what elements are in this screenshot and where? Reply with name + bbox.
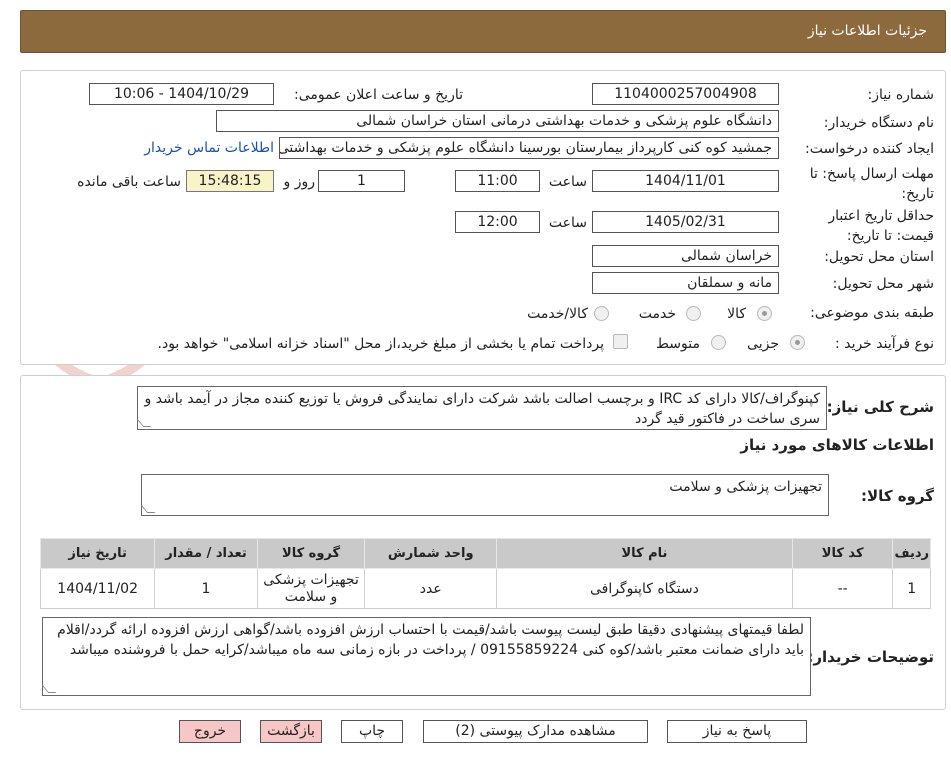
cell-row-number: 1 <box>892 568 931 609</box>
view-attachments-button[interactable]: مشاهده مدارک پیوستی (2) <box>423 720 648 743</box>
cell-goods-group: تجهیزات پزشکی و سلامت <box>256 568 366 609</box>
col-header-goods-code: کد کالا <box>791 538 894 569</box>
cell-goods-code: -- <box>791 568 894 609</box>
category-option-goods-service: کالا/خدمت <box>527 306 588 322</box>
validity-label: حداقل تاریخ اعتبار قیمت: تا تاریخ: <box>799 206 934 246</box>
announce-date-label: تاریخ و ساعت اعلان عمومی: <box>294 87 463 103</box>
table-row: 1 -- دستگاه کاپنوگرافی عدد تجهیزات پزشکی… <box>39 568 931 609</box>
validity-time-label: ساعت <box>548 215 587 231</box>
goods-group-label: گروه کالا: <box>861 487 934 505</box>
city-field: مانه و سملقان <box>592 272 779 294</box>
province-label: استان محل تحویل: <box>824 249 934 265</box>
col-header-need-date: تاریخ نیاز <box>39 538 156 569</box>
resize-grip-icon[interactable] <box>140 505 156 513</box>
days-field: 1 <box>318 170 405 192</box>
reply-deadline-text: مهلت ارسال پاسخ: تا تاریخ: <box>809 166 934 202</box>
description-label: شرح کلی نیاز: <box>826 398 934 416</box>
category-radio-goods-service[interactable] <box>594 306 609 321</box>
city-label: شهر محل تحویل: <box>832 276 934 292</box>
validity-text: حداقل تاریخ اعتبار قیمت: تا تاریخ: <box>828 208 934 244</box>
col-header-row-number: ردیف <box>892 538 931 569</box>
category-option-service: خدمت <box>638 306 676 322</box>
description-text: کپنوگراف/کالا دارای کد IRC و برچسب اصالت… <box>144 391 821 427</box>
description-textarea[interactable]: کپنوگراف/کالا دارای کد IRC و برچسب اصالت… <box>136 386 827 430</box>
buyer-org-field: دانشگاه علوم پزشکی و خدمات بهداشتی درمان… <box>216 110 779 132</box>
creator-field: جمشید کوه کنی کارپرداز بیمارستان بورسینا… <box>279 137 779 159</box>
page-header: جزئیات اطلاعات نیاز <box>20 10 946 53</box>
creator-label: ایجاد کننده درخواست: <box>805 141 934 157</box>
col-header-goods-name: نام کالا <box>496 538 793 569</box>
need-number-field: 1104000257004908 <box>592 83 779 105</box>
cell-need-date: 1404/11/02 <box>39 568 156 609</box>
goods-group-textarea[interactable]: تجهیزات پزشکی و سلامت <box>140 474 829 516</box>
goods-table: ردیف کد کالا نام کالا واحد شمارش گروه کا… <box>39 538 931 609</box>
col-header-goods-group: گروه کالا <box>256 538 366 569</box>
province-field: خراسان شمالی <box>592 245 779 267</box>
remaining-time-field: 15:48:15 <box>186 170 274 192</box>
treasury-payment-checkbox[interactable] <box>613 334 628 349</box>
validity-date-field: 1405/02/31 <box>592 211 779 233</box>
resize-grip-icon[interactable] <box>41 685 57 693</box>
resize-grip-icon[interactable] <box>136 419 152 427</box>
table-header-row: ردیف کد کالا نام کالا واحد شمارش گروه کا… <box>39 538 931 569</box>
back-button[interactable]: بازگشت <box>260 720 322 743</box>
buyer-notes-text: لطفا قیمتهای پیشنهادی دقیقا طبق لیست پیو… <box>57 622 804 658</box>
category-radio-service[interactable] <box>686 306 701 321</box>
category-option-goods: کالا <box>727 306 746 322</box>
process-label: نوع فرآیند خرید : <box>835 336 934 352</box>
treasury-payment-note: پرداخت تمام یا بخشی از مبلغ خرید،از محل … <box>157 336 604 352</box>
buyer-contact-link[interactable]: اطلاعات تماس خریدار <box>144 140 274 156</box>
buyer-notes-textarea[interactable]: لطفا قیمتهای پیشنهادی دقیقا طبق لیست پیو… <box>41 617 811 696</box>
validity-time-field: 12:00 <box>455 211 540 233</box>
category-radio-goods[interactable] <box>757 306 772 321</box>
goods-group-text: تجهیزات پزشکی و سلامت <box>669 479 822 495</box>
col-header-quantity: تعداد / مقدار <box>154 538 258 569</box>
need-number-label: شماره نیاز: <box>867 87 935 103</box>
remaining-time-label: ساعت باقی مانده <box>77 174 181 190</box>
buyer-org-label: نام دستگاه خریدار: <box>823 115 934 131</box>
reply-button[interactable]: پاسخ به نیاز <box>667 720 807 743</box>
goods-info-title: اطلاعات کالاهای مورد نیاز <box>740 436 934 454</box>
process-option-medium: متوسط <box>656 336 700 352</box>
cell-unit: عدد <box>364 568 498 609</box>
page-title: جزئیات اطلاعات نیاز <box>807 23 927 39</box>
announce-date-field: 1404/10/29 - 10:06 <box>89 83 274 105</box>
exit-button[interactable]: خروج <box>179 720 241 743</box>
category-label: طبقه بندی موضوعی: <box>810 305 934 321</box>
process-radio-medium[interactable] <box>711 335 726 350</box>
col-header-unit: واحد شمارش <box>364 538 498 569</box>
buyer-notes-label: توضیحات خریدار: <box>807 648 934 666</box>
cell-quantity: 1 <box>154 568 258 609</box>
cell-goods-name: دستگاه کاپنوگرافی <box>496 568 793 609</box>
print-button[interactable]: چاپ <box>341 720 403 743</box>
process-option-minor: جزیی <box>747 336 779 352</box>
reply-time-field: 11:00 <box>455 170 540 192</box>
reply-time-label: ساعت <box>548 174 587 190</box>
process-radio-minor[interactable] <box>790 335 805 350</box>
reply-date-field: 1404/11/01 <box>592 170 779 192</box>
reply-deadline-label: مهلت ارسال پاسخ: تا تاریخ: <box>799 164 934 204</box>
days-label: روز و <box>283 174 316 190</box>
